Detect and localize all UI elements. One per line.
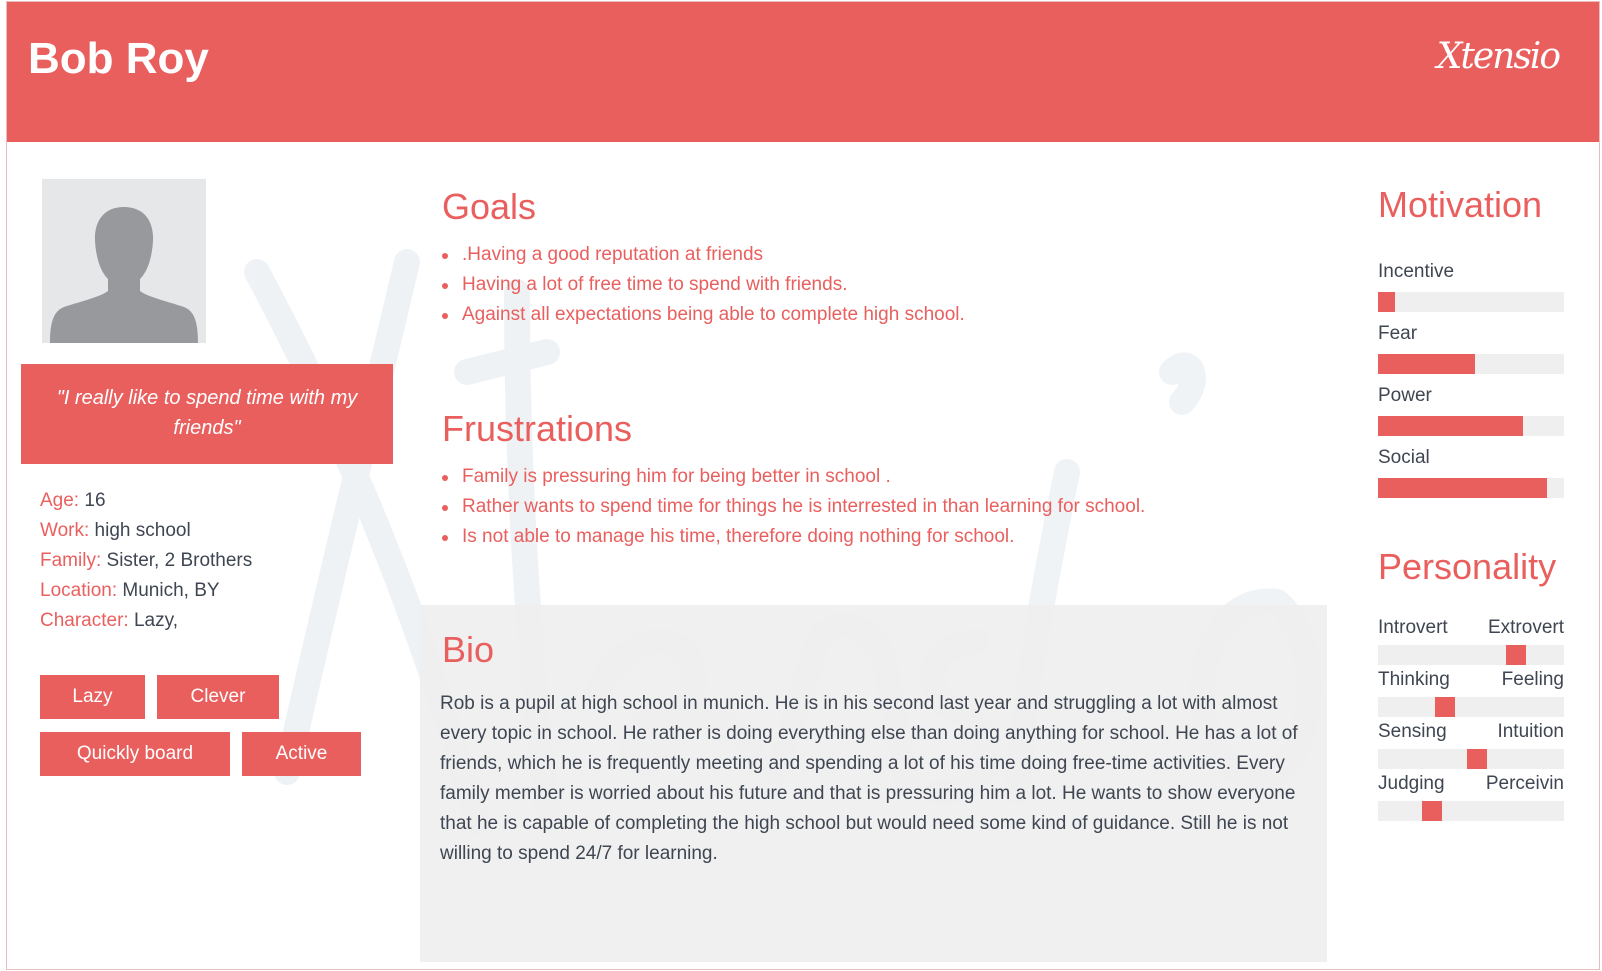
personality-slider-thinking-feeling: [1378, 697, 1564, 717]
motivation-label-incentive: Incentive: [1378, 261, 1455, 282]
trait-left: Judging: [1378, 773, 1445, 794]
fact-work: Work: high school: [40, 516, 252, 546]
trait-right: Extrovert: [1487, 617, 1564, 638]
fact-family: Family: Sister, 2 Brothers: [40, 546, 252, 576]
fact-age: Age: 16: [40, 486, 252, 516]
list-item: Family is pressuring him for being bette…: [442, 462, 1145, 492]
goals-heading: Goals: [442, 186, 537, 227]
personality-marker: [1421, 801, 1442, 821]
motivation-bar-power: [1378, 416, 1564, 436]
bio-heading: Bio: [442, 629, 495, 670]
trait-left: Sensing: [1378, 721, 1447, 742]
trait-left: Introvert: [1378, 617, 1448, 638]
xtensio-logo[interactable]: Xtensio: [1437, 36, 1561, 77]
trait-left: Thinking: [1378, 669, 1450, 690]
motivation-bar-incentive: [1378, 292, 1564, 312]
personality-marker: [1505, 645, 1526, 665]
fact-value: Sister, 2 Brothers: [106, 550, 253, 571]
fact-label: Age:: [40, 490, 80, 511]
motivation-label-fear: Fear: [1378, 323, 1418, 344]
list-item: Having a lot of free time to spend with …: [442, 270, 965, 300]
motivation-fill: [1378, 354, 1475, 374]
motivation-label-power: Power: [1378, 385, 1432, 406]
fact-label: Location:: [40, 580, 118, 601]
tag-active[interactable]: Active: [242, 732, 361, 776]
trait-right: Feeling: [1501, 669, 1564, 690]
motivation-bar-fear: [1378, 354, 1564, 374]
persona-name: Bob Roy: [28, 34, 209, 83]
personality-slider-judging-perceivin: [1378, 801, 1564, 821]
user-silhouette-icon: [50, 207, 198, 343]
personality-heading: Personality: [1378, 546, 1557, 587]
fact-location: Location: Munich, BY: [40, 576, 252, 606]
personality-slider-sensing-intuition: [1378, 749, 1564, 769]
motivation-label-social: Social: [1378, 447, 1430, 468]
motivation-fill: [1378, 292, 1395, 312]
fact-label: Family:: [40, 550, 102, 571]
persona-quote: "I really like to spend time with my fri…: [21, 364, 393, 464]
tag-quickly-board[interactable]: Quickly board: [40, 732, 230, 776]
personality-row-judging-perceivin: Judging Perceivin: [1378, 773, 1564, 795]
tag-clever[interactable]: Clever: [157, 675, 279, 719]
list-item: Rather wants to spend time for things he…: [442, 492, 1145, 522]
frustrations-heading: Frustrations: [442, 408, 633, 449]
personality-row-sensing-intuition: Sensing Intuition: [1378, 721, 1564, 743]
personality-slider-introvert-extrovert: [1378, 645, 1564, 665]
persona-facts: Age: 16 Work: high school Family: Sister…: [40, 486, 252, 636]
list-item: Against all expectations being able to c…: [442, 300, 965, 330]
trait-right: Intuition: [1497, 721, 1564, 742]
motivation-bar-social: [1378, 478, 1564, 498]
header-bar: Bob Roy Xtensio: [7, 2, 1599, 142]
list-item: Is not able to manage his time, therefor…: [442, 522, 1145, 552]
fact-character: Character: Lazy,: [40, 606, 252, 636]
goals-list: .Having a good reputation at friends Hav…: [442, 240, 965, 330]
fact-value: 16: [84, 490, 106, 511]
fact-value: Munich, BY: [122, 580, 220, 601]
frustrations-list: Family is pressuring him for being bette…: [442, 462, 1145, 552]
trait-right: Perceivin: [1485, 773, 1564, 794]
personality-marker: [1434, 697, 1455, 717]
tag-lazy[interactable]: Lazy: [40, 675, 145, 719]
persona-card: Bob Roy Xtensio "I really like to spend …: [6, 1, 1600, 970]
personality-marker: [1466, 749, 1487, 769]
avatar: [42, 179, 206, 343]
motivation-heading: Motivation: [1378, 184, 1543, 225]
motivation-fill: [1378, 416, 1524, 436]
personality-row-introvert-extrovert: Introvert Extrovert: [1378, 617, 1564, 639]
personality-row-thinking-feeling: Thinking Feeling: [1378, 669, 1564, 691]
bio-text: Rob is a pupil at high school in munich.…: [440, 693, 1298, 864]
motivation-fill: [1378, 478, 1548, 498]
fact-value: Lazy,: [133, 610, 178, 631]
fact-label: Work:: [40, 520, 90, 541]
list-item: .Having a good reputation at friends: [442, 240, 965, 270]
fact-label: Character:: [40, 610, 129, 631]
fact-value: high school: [94, 520, 191, 541]
